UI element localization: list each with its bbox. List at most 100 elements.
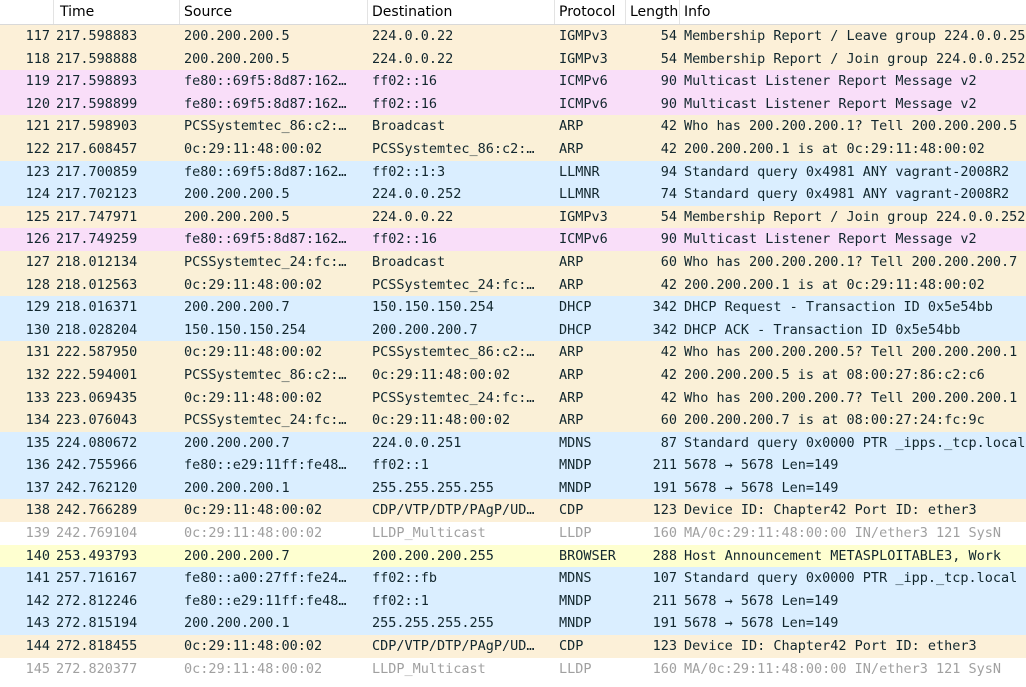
packet-source: PCSSystemtec_24:fc:… — [184, 253, 347, 270]
packet-protocol: ARP — [559, 276, 584, 293]
packet-destination: 150.150.150.254 — [372, 299, 494, 316]
packet-source: fe80::69f5:8d87:162… — [184, 163, 347, 180]
packet-row[interactable]: 138 242.766289 0c:29:11:48:00:02 CDP/VTP/DT… — [0, 499, 1026, 523]
packet-length: 42 — [660, 276, 677, 293]
packet-time: 218.016371 — [56, 299, 138, 316]
packet-destination: 224.0.0.22 — [372, 28, 454, 44]
packet-destination: 255.255.255.255 — [372, 479, 494, 496]
packet-length: 160 — [652, 525, 677, 542]
packet-row[interactable]: 136 242.755966 fe80::e29:11ff:fe48… ff02::1… — [0, 454, 1026, 477]
packet-info: Multicast Listener Report Message v2 — [684, 95, 977, 112]
packet-row[interactable]: 132 222.594001 PCSSystemtec_86:c2:… 0c:29:1… — [0, 363, 1026, 387]
packet-protocol: ICMPv6 — [559, 231, 608, 248]
packet-protocol: MNDP — [559, 457, 592, 474]
packet-destination: ff02::16 — [372, 73, 438, 90]
packet-row[interactable]: 124 217.702123 200.200.200.5 224.0.0.252 LLM… — [0, 183, 1026, 206]
packet-info: Membership Report / Leave group 224.0.0.… — [684, 28, 1026, 44]
packet-row[interactable]: 143 272.815194 200.200.200.1 255.255.255.25… — [0, 612, 1026, 636]
packet-info: Multicast Listener Report Message v2 — [684, 73, 977, 90]
packet-row[interactable]: 141 257.716167 fe80::a00:27ff:fe24… ff02::f… — [0, 567, 1026, 590]
packet-protocol: CDP — [559, 638, 584, 655]
packet-time: 257.716167 — [56, 570, 138, 587]
packet-row[interactable]: 144 272.818455 0c:29:11:48:00:02 CDP/VTP/DT… — [0, 635, 1026, 658]
packet-protocol: LLMNR — [559, 186, 600, 203]
packet-number: 135 — [25, 434, 50, 451]
packet-source: fe80::a00:27ff:fe24… — [184, 570, 347, 587]
packet-number: 143 — [25, 615, 50, 632]
packet-time: 224.080672 — [56, 434, 138, 451]
packet-destination: LLDP_Multicast — [372, 660, 486, 677]
packet-protocol: DHCP — [559, 321, 592, 338]
packet-time: 217.702123 — [56, 186, 138, 203]
packet-length: 42 — [660, 344, 677, 361]
packet-row[interactable]: 133 223.069435 0c:29:11:48:00:02 PCSSystemt… — [0, 386, 1026, 410]
packet-source: 0c:29:11:48:00:02 — [184, 525, 323, 542]
packet-row[interactable]: 137 242.762120 200.200.200.1 255.255.255.25… — [0, 476, 1026, 500]
packet-destination: CDP/VTP/DTP/PAgP/UD… — [372, 638, 535, 655]
packet-row[interactable]: 120 217.598899 fe80::69f5:8d87:162… ff02::1… — [0, 92, 1026, 116]
packet-destination: 200.200.200.255 — [372, 547, 494, 564]
packet-protocol: MNDP — [559, 615, 592, 632]
packet-source: fe80::69f5:8d87:162… — [184, 95, 347, 112]
packet-row[interactable]: 125 217.747971 200.200.200.5 224.0.0.22 IGMP… — [0, 205, 1026, 229]
packet-row[interactable]: 121 217.598903 PCSSystemtec_86:c2:… Broadca… — [0, 115, 1026, 138]
packet-source: 200.200.200.1 — [184, 479, 290, 496]
packet-row[interactable]: 127 218.012134 PCSSystemtec_24:fc:… Broadca… — [0, 250, 1026, 274]
packet-length: 87 — [660, 434, 677, 451]
packet-row[interactable]: 117 217.598883 200.200.200.5 224.0.0.22 IGMP… — [0, 25, 1026, 48]
packet-length: 211 — [652, 592, 677, 609]
packet-time: 272.818455 — [56, 638, 138, 655]
packet-length: 342 — [652, 321, 677, 338]
packet-row[interactable]: 128 218.012563 0c:29:11:48:00:02 PCSSystemt… — [0, 273, 1026, 297]
packet-source: 0c:29:11:48:00:02 — [184, 344, 323, 361]
packet-row[interactable]: 145 272.820377 0c:29:11:48:00:02 LLDP_Multi… — [0, 657, 1026, 681]
packet-row[interactable]: 119 217.598893 fe80::69f5:8d87:162… ff02::1… — [0, 70, 1026, 93]
packet-row[interactable]: 129 218.016371 200.200.200.7 150.150.150.25… — [0, 296, 1026, 319]
column-header-protocol[interactable]: Protocol — [555, 0, 626, 24]
packet-row[interactable]: 123 217.700859 fe80::69f5:8d87:162… ff02::1… — [0, 160, 1026, 184]
packet-row[interactable]: 139 242.769104 0c:29:11:48:00:02 LLDP_Multi… — [0, 522, 1026, 545]
packet-source: 0c:29:11:48:00:02 — [184, 389, 323, 406]
packet-time: 223.076043 — [56, 412, 138, 429]
packet-row[interactable]: 118 217.598888 200.200.200.5 224.0.0.22 IGMP… — [0, 47, 1026, 71]
packet-row[interactable]: 126 217.749259 fe80::69f5:8d87:162… ff02::1… — [0, 228, 1026, 251]
packet-number: 125 — [25, 208, 50, 225]
packet-length: 42 — [660, 118, 677, 135]
packet-time: 242.762120 — [56, 479, 138, 496]
column-header-info[interactable]: Info — [680, 0, 1026, 24]
column-header-destination[interactable]: Destination — [368, 0, 555, 24]
packet-row[interactable]: 134 223.076043 PCSSystemtec_24:fc:… 0c:29:1… — [0, 409, 1026, 432]
packet-row[interactable]: 130 218.028204 150.150.150.254 200.200.200.… — [0, 318, 1026, 342]
column-header-source[interactable]: Source — [180, 0, 368, 24]
packet-protocol: ARP — [559, 140, 584, 157]
column-header-length[interactable]: Length — [626, 0, 680, 24]
column-header-no[interactable] — [0, 0, 54, 24]
packet-info: Host Announcement METASPLOITABLE3, Work — [684, 547, 1001, 564]
packet-row[interactable]: 135 224.080672 200.200.200.7 224.0.0.251 MDN… — [0, 431, 1026, 455]
packet-row[interactable]: 142 272.812246 fe80::e29:11ff:fe48… ff02::1… — [0, 589, 1026, 613]
packet-row[interactable]: 131 222.587950 0c:29:11:48:00:02 PCSSystemt… — [0, 341, 1026, 364]
packet-number: 130 — [25, 321, 50, 338]
packet-info: 5678 → 5678 Len=149 — [684, 615, 839, 632]
packet-info: Who has 200.200.200.7? Tell 200.200.200.… — [684, 389, 1018, 406]
packet-source: 0c:29:11:48:00:02 — [184, 638, 323, 655]
packet-number: 121 — [25, 118, 50, 135]
packet-info: Membership Report / Join group 224.0.0.2… — [684, 50, 1026, 67]
packet-source: fe80::69f5:8d87:162… — [184, 73, 347, 90]
packet-time: 217.749259 — [56, 231, 138, 248]
packet-length: 211 — [652, 457, 677, 474]
packet-number: 131 — [25, 344, 50, 361]
packet-time: 218.028204 — [56, 321, 138, 338]
packet-time: 217.747971 — [56, 208, 138, 225]
packet-destination: Broadcast — [372, 118, 446, 135]
packet-number: 140 — [25, 547, 50, 564]
packet-row[interactable]: 122 217.608457 0c:29:11:48:00:02 PCSSystemt… — [0, 137, 1026, 161]
packet-destination: ff02::1 — [372, 592, 429, 609]
packet-protocol: MNDP — [559, 592, 592, 609]
packet-length: 342 — [652, 299, 677, 316]
packet-row[interactable]: 140 253.493793 200.200.200.7 200.200.200.25… — [0, 544, 1026, 568]
packet-number: 138 — [25, 502, 50, 519]
column-header-time[interactable]: Time — [54, 0, 180, 24]
packet-info: Multicast Listener Report Message v2 — [684, 231, 977, 248]
packet-info: MA/0c:29:11:48:00:00 IN/ether3 121 SysN — [684, 525, 1001, 542]
